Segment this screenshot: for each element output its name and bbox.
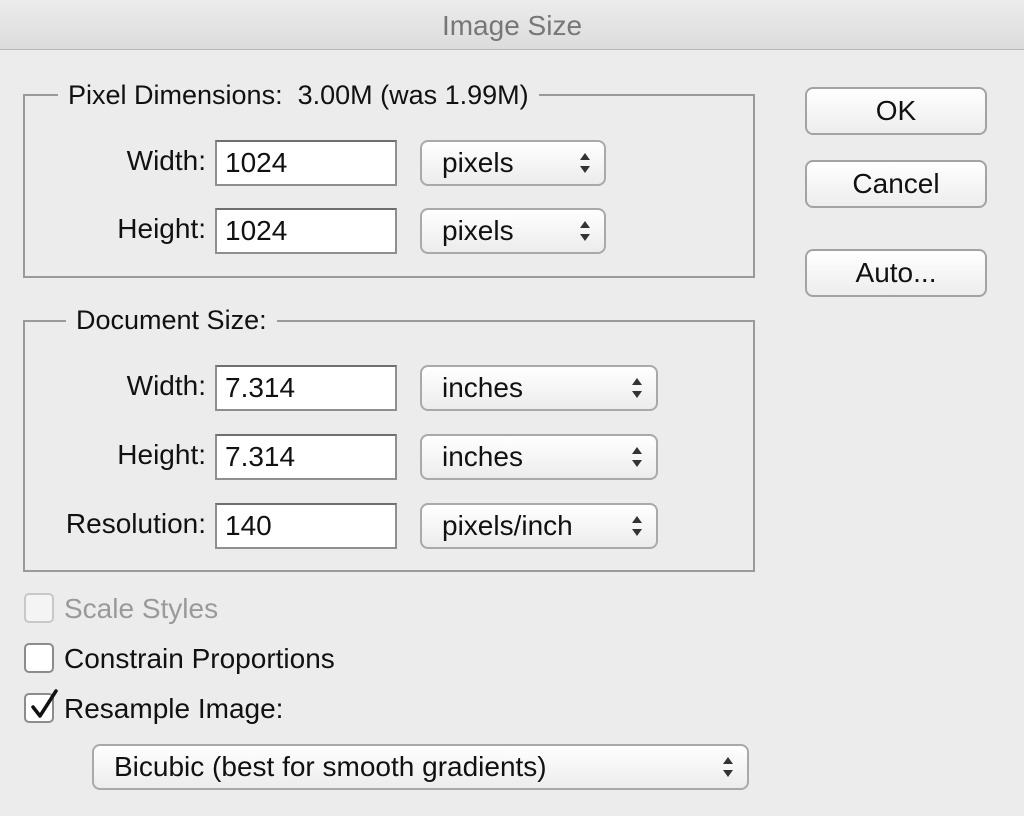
resolution-input[interactable]: 140 [215,503,397,549]
document-height-input[interactable]: 7.314 [215,434,397,480]
ok-button[interactable]: OK [805,87,987,135]
document-width-label: Width: [126,370,206,401]
pixel-dimensions-legend: Pixel Dimensions: 3.00M (was 1.99M) [58,80,539,111]
pixel-height-input[interactable]: 1024 [215,208,397,254]
document-height-unit-value: inches [442,441,523,472]
document-height-unit-select[interactable]: inches [420,434,658,480]
pixel-height-label: Height: [117,213,206,244]
scale-styles-option: Scale Styles [24,591,264,627]
constrain-proportions-label: Constrain Proportions [64,643,335,674]
resample-image-checkbox[interactable] [24,689,58,723]
updown-arrows-icon [580,221,590,241]
pixel-width-input[interactable]: 1024 [215,140,397,186]
updown-arrows-icon [632,516,642,536]
document-height-label: Height: [117,439,206,470]
updown-arrows-icon [632,447,642,467]
document-size-legend: Document Size: [66,305,277,336]
resolution-unit-select[interactable]: pixels/inch [420,503,658,549]
title-bar: Image Size [0,0,1024,50]
window-title: Image Size [441,10,583,41]
resample-method-value: Bicubic (best for smooth gradients) [114,751,547,782]
resample-method-select[interactable]: Bicubic (best for smooth gradients) [92,744,749,790]
document-width-input[interactable]: 7.314 [215,365,397,411]
document-width-unit-value: inches [442,372,523,403]
pixel-width-unit-value: pixels [442,147,514,178]
updown-arrows-icon [632,378,642,398]
resolution-label: Resolution: [65,508,206,539]
resample-image-label: Resample Image: [64,693,284,724]
constrain-proportions-checkbox[interactable] [24,643,54,673]
constrain-proportions-option[interactable]: Constrain Proportions [24,641,404,677]
resample-image-option[interactable]: Resample Image: [24,689,324,727]
pixel-width-label: Width: [126,145,206,176]
updown-arrows-icon [723,757,733,777]
pixel-width-unit-select[interactable]: pixels [420,140,606,186]
scale-styles-label: Scale Styles [64,593,219,624]
document-width-unit-select[interactable]: inches [420,365,658,411]
checkmark-icon [31,689,58,718]
pixel-height-unit-select[interactable]: pixels [420,208,606,254]
scale-styles-checkbox [24,593,54,623]
cancel-button[interactable]: Cancel [805,160,987,208]
auto-button[interactable]: Auto... [805,249,987,297]
pixel-height-unit-value: pixels [442,215,514,246]
updown-arrows-icon [580,153,590,173]
resolution-unit-value: pixels/inch [442,510,573,541]
